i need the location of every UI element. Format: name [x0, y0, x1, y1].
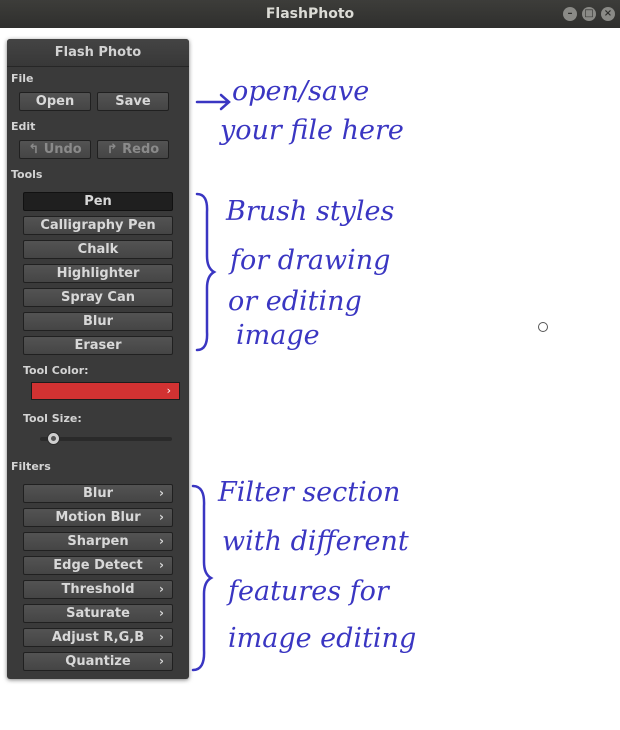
panel-header[interactable]: Flash Photo	[7, 39, 189, 67]
redo-button[interactable]: ↱ Redo	[97, 140, 169, 159]
tool-panel: Flash Photo File Open Save Edit ↰ Undo ↱…	[7, 39, 189, 679]
filter-adjust-rgb-button[interactable]: Adjust R,G,B ›	[23, 628, 173, 647]
section-filters-label: Filters	[11, 460, 51, 473]
open-button[interactable]: Open	[19, 92, 91, 111]
tool-pen-button[interactable]: Pen	[23, 192, 173, 211]
chevron-right-icon: ›	[159, 582, 164, 596]
section-file-label: File	[11, 72, 34, 85]
filter-threshold-button[interactable]: Threshold ›	[23, 580, 173, 599]
filter-saturate-button[interactable]: Saturate ›	[23, 604, 173, 623]
filter-label: Threshold	[61, 582, 135, 597]
filter-label: Saturate	[66, 606, 130, 621]
tool-chalk-button[interactable]: Chalk	[23, 240, 173, 259]
annotation-file-line1: open/save	[232, 76, 370, 107]
tool-eraser-button[interactable]: Eraser	[23, 336, 173, 355]
tool-spray-can-button[interactable]: Spray Can	[23, 288, 173, 307]
undo-arrow-icon: ↰	[28, 142, 40, 157]
save-button[interactable]: Save	[97, 92, 169, 111]
chevron-right-icon: ›	[159, 510, 164, 524]
chevron-right-icon: ›	[159, 606, 164, 620]
annotation-arrow	[195, 93, 231, 111]
maximize-icon[interactable]: □	[582, 7, 596, 21]
redo-arrow-icon: ↱	[106, 142, 118, 157]
filter-label: Blur	[82, 486, 114, 501]
annotation-filters-line1: Filter section	[218, 477, 401, 508]
chevron-right-icon: ›	[159, 534, 164, 548]
panel-title: Flash Photo	[54, 45, 142, 60]
tool-size-label: Tool Size:	[23, 412, 82, 425]
filter-label: Edge Detect	[53, 558, 143, 573]
annotation-tools-line1: Brush styles	[226, 196, 395, 227]
minimize-icon[interactable]: –	[563, 7, 577, 21]
filter-label: Quantize	[65, 654, 131, 669]
chevron-right-icon: ›	[159, 558, 164, 572]
annotation-file-line2: your file here	[220, 115, 404, 146]
chevron-right-icon: ›	[159, 654, 164, 668]
section-tools-label: Tools	[11, 168, 43, 181]
chevron-right-icon: ›	[166, 384, 171, 397]
chevron-right-icon: ›	[159, 630, 164, 644]
filter-label: Sharpen	[67, 534, 129, 549]
tool-color-label: Tool Color:	[23, 364, 89, 377]
tool-calligraphy-pen-button[interactable]: Calligraphy Pen	[23, 216, 173, 235]
filter-motion-blur-button[interactable]: Motion Blur ›	[23, 508, 173, 527]
annotation-filters-line3: features for	[228, 576, 389, 607]
undo-button[interactable]: ↰ Undo	[19, 140, 91, 159]
window-titlebar: FlashPhoto – □ ×	[0, 0, 620, 28]
brush-cursor	[538, 322, 548, 332]
filter-sharpen-button[interactable]: Sharpen ›	[23, 532, 173, 551]
annotation-brace-tools	[195, 192, 217, 352]
filter-quantize-button[interactable]: Quantize ›	[23, 652, 173, 671]
window-title: FlashPhoto	[265, 6, 355, 22]
section-edit-label: Edit	[11, 120, 36, 133]
filter-edge-detect-button[interactable]: Edge Detect ›	[23, 556, 173, 575]
undo-label: Undo	[43, 142, 82, 157]
annotation-tools-line2: for drawing	[230, 245, 391, 276]
chevron-right-icon: ›	[159, 486, 164, 500]
redo-label: Redo	[122, 142, 160, 157]
filter-blur-button[interactable]: Blur ›	[23, 484, 173, 503]
filter-label: Motion Blur	[55, 510, 141, 525]
tool-color-picker[interactable]: ›	[31, 382, 180, 400]
annotation-filters-line4: image editing	[228, 623, 417, 654]
annotation-tools-line4: image	[236, 320, 320, 351]
tool-highlighter-button[interactable]: Highlighter	[23, 264, 173, 283]
annotation-filters-line2: with different	[222, 526, 409, 557]
tool-size-slider-handle[interactable]	[47, 432, 61, 445]
annotation-tools-line3: or editing	[228, 286, 362, 317]
annotation-brace-filters	[191, 484, 214, 672]
close-icon[interactable]: ×	[601, 7, 615, 21]
filter-label: Adjust R,G,B	[51, 630, 145, 645]
tool-blur-button[interactable]: Blur	[23, 312, 173, 331]
